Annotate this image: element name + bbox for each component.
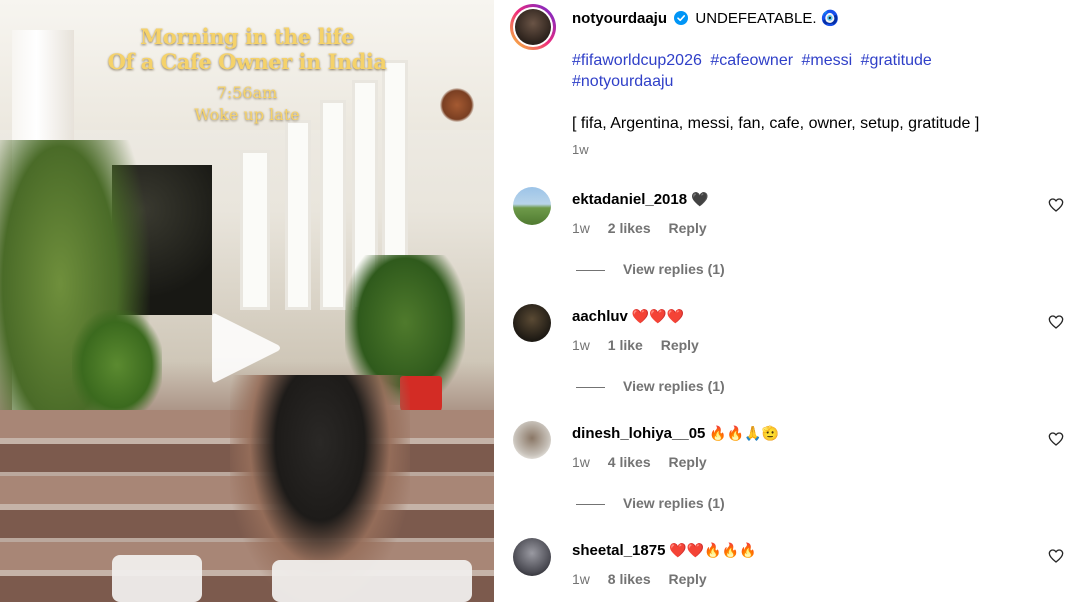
reply-button[interactable]: Reply	[669, 571, 707, 587]
reply-button[interactable]: Reply	[661, 337, 699, 353]
comment-username[interactable]: ektadaniel_2018	[572, 191, 687, 208]
comment-avatar[interactable]	[513, 538, 551, 576]
like-heart-icon[interactable]	[1048, 548, 1064, 564]
comment-username[interactable]: aachluv	[572, 308, 628, 325]
comment-time[interactable]: 1w	[572, 454, 590, 470]
post-caption-header: notyourdaaju UNDEFEATABLE. 🧿	[572, 9, 839, 29]
hashtag-link[interactable]: #messi	[802, 52, 853, 69]
reply-button[interactable]: Reply	[669, 454, 707, 470]
verified-badge-icon	[674, 11, 689, 25]
like-heart-icon[interactable]	[1048, 431, 1064, 447]
post-video[interactable]: Morning in the life Of a Cafe Owner in I…	[0, 0, 494, 602]
comment-avatar[interactable]	[513, 421, 551, 459]
video-scene-plant	[72, 310, 162, 420]
comment-likes[interactable]: 2 likes	[608, 220, 651, 236]
comments-panel: notyourdaaju UNDEFEATABLE. 🧿 #fifaworldc…	[494, 0, 1080, 602]
view-replies-button[interactable]: View replies (1)	[576, 495, 725, 511]
post-author-avatar[interactable]	[510, 4, 556, 50]
hashtag-link[interactable]: #notyourdaaju	[572, 73, 673, 90]
comment-username[interactable]: dinesh_lohiya__05	[572, 425, 705, 442]
comment-likes[interactable]: 8 likes	[608, 571, 651, 587]
video-scene-ice	[272, 560, 472, 602]
comment-avatar[interactable]	[513, 187, 551, 225]
play-icon[interactable]	[208, 308, 284, 388]
hashtag-link[interactable]: #gratitude	[861, 52, 932, 69]
reply-button[interactable]: Reply	[669, 220, 707, 236]
comment-avatar[interactable]	[513, 304, 551, 342]
comment-text: ❤️❤️🔥🔥🔥	[669, 542, 757, 558]
view-replies-button[interactable]: View replies (1)	[576, 261, 725, 277]
comment-text: ❤️❤️❤️	[631, 308, 685, 324]
post-tags-line: [ fifa, Argentina, messi, fan, cafe, own…	[572, 115, 980, 132]
post-timestamp[interactable]: 1w	[572, 142, 589, 157]
like-heart-icon[interactable]	[1048, 314, 1064, 330]
comment-time[interactable]: 1w	[572, 337, 590, 353]
comment-text: 🔥🔥🙏🫡	[709, 425, 780, 441]
post-caption-text: UNDEFEATABLE. 🧿	[695, 10, 840, 27]
comment-time[interactable]: 1w	[572, 220, 590, 236]
post-hashtags: #fifaworldcup2026 #cafeowner #messi #gra…	[572, 50, 1002, 92]
video-overlay-time: 7:56am Woke up late	[194, 83, 300, 124]
comment-text: 🖤	[691, 191, 709, 207]
video-scene-ice	[112, 555, 202, 602]
hashtag-link[interactable]: #cafeowner	[710, 52, 793, 69]
comment-username[interactable]: sheetal_1875	[572, 542, 665, 559]
comment-likes[interactable]: 4 likes	[608, 454, 651, 470]
like-heart-icon[interactable]	[1048, 197, 1064, 213]
comment-time[interactable]: 1w	[572, 571, 590, 587]
comment-likes[interactable]: 1 like	[608, 337, 643, 353]
post-author-username[interactable]: notyourdaaju	[572, 10, 667, 27]
video-overlay-title: Morning in the life Of a Cafe Owner in I…	[107, 24, 387, 74]
view-replies-button[interactable]: View replies (1)	[576, 378, 725, 394]
hashtag-link[interactable]: #fifaworldcup2026	[572, 52, 702, 69]
